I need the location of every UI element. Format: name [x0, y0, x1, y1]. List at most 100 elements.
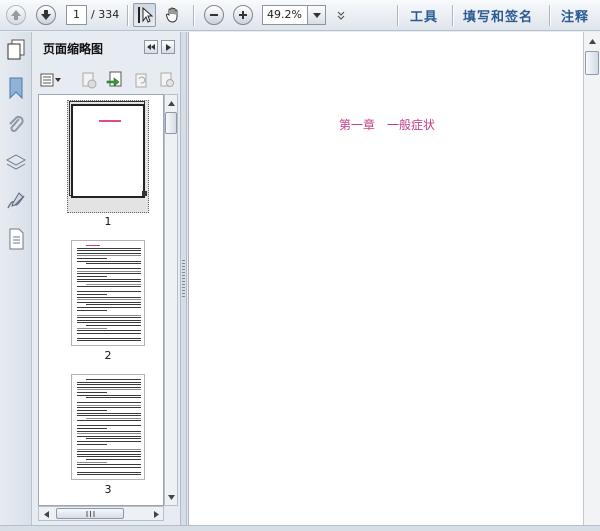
panel-splitter[interactable]: [181, 32, 187, 525]
triangle-right-icon: [153, 510, 159, 518]
previous-page-button[interactable]: [6, 5, 26, 25]
zoom-out-button[interactable]: [204, 5, 224, 25]
document-page[interactable]: 第一章 一般症状: [188, 32, 583, 525]
layers-nav-button[interactable]: [5, 151, 27, 175]
tools-button[interactable]: 工具: [410, 6, 438, 25]
thumbnail-text-line: [77, 260, 141, 262]
page-properties-button[interactable]: [156, 69, 178, 91]
page-number-input[interactable]: 1: [66, 5, 87, 25]
select-tool-button[interactable]: [133, 3, 156, 27]
signature-pen-icon: [7, 192, 25, 209]
delete-page-button[interactable]: [78, 69, 100, 91]
thumbnail-text-line: [77, 407, 141, 409]
bookmark-icon: [9, 77, 23, 99]
thumbnail-toolbar: [38, 69, 179, 93]
scroll-up-button[interactable]: [586, 34, 598, 48]
fill-and-sign-button[interactable]: 填写和签名: [463, 6, 533, 25]
scroll-right-button[interactable]: [150, 507, 162, 521]
thumbnail-text-line: [77, 420, 141, 422]
thumbnail-text-line: [77, 322, 141, 324]
double-chevron-down-icon: [337, 11, 345, 20]
rotate-page-icon: [135, 73, 147, 88]
thumbnail-text-line: [86, 459, 141, 460]
thumbnail-text-line: [77, 425, 141, 427]
thumbnail-page-2[interactable]: [71, 240, 145, 346]
toolbar-divider: [193, 5, 194, 26]
thumbnail-page-3[interactable]: [71, 374, 145, 480]
thumbnail-text-line: [77, 441, 141, 442]
navigation-pane-strip: [0, 32, 32, 525]
bookmarks-nav-button[interactable]: [5, 76, 27, 100]
arrow-up-icon: [11, 10, 21, 20]
text-select-cursor-icon: [137, 6, 153, 23]
thumbnail-text-line: [77, 404, 141, 406]
insert-page-button[interactable]: [104, 69, 126, 91]
triangle-up-icon: [167, 100, 175, 106]
signatures-nav-button[interactable]: [5, 189, 27, 213]
thumbnail-text-line: [77, 281, 141, 283]
scroll-thumb[interactable]: [56, 508, 124, 519]
document-vertical-scrollbar[interactable]: [583, 32, 600, 525]
panel-title: 页面缩略图: [43, 42, 104, 56]
toolbar-divider: [549, 5, 550, 26]
collapse-panel-button[interactable]: [144, 40, 158, 54]
thumbnail-text-line: [77, 394, 141, 396]
close-panel-button[interactable]: [161, 40, 175, 54]
thumbnail-vertical-scrollbar[interactable]: [164, 94, 178, 506]
thumbnail-text-line: [77, 410, 107, 411]
thumbnail-text-line: [77, 402, 141, 404]
thumbnail-text-line: [77, 258, 107, 259]
double-chevron-left-icon: [147, 44, 155, 50]
page-properties-icon: [160, 72, 174, 87]
content-nav-button[interactable]: [5, 227, 27, 251]
thumbnail-text-line: [77, 252, 141, 254]
thumbnail-page-1[interactable]: [67, 100, 149, 213]
thumbnail-text-line: [77, 250, 141, 252]
thumbnail-text-line: [77, 286, 141, 288]
chevron-down-icon: [312, 12, 321, 18]
hand-tool-button[interactable]: [161, 3, 184, 27]
thumbnail-text-line: [77, 340, 141, 342]
thumbnail-text-line: [77, 466, 141, 468]
thumbnail-text-line: [77, 389, 141, 391]
options-menu-button[interactable]: [38, 69, 64, 91]
thumbnail-text-line: [77, 247, 141, 249]
scroll-left-button[interactable]: [40, 507, 52, 521]
rotate-page-button[interactable]: [130, 69, 152, 91]
thumbnail-page-number: 2: [104, 349, 112, 362]
attachments-nav-button[interactable]: [5, 113, 27, 137]
more-tools-button[interactable]: [335, 8, 347, 22]
scroll-thumb[interactable]: [585, 51, 599, 75]
comment-button[interactable]: 注释: [561, 6, 589, 25]
thumbnail-text-line: [77, 278, 141, 280]
thumbnail-text-line: [77, 255, 141, 257]
thumbnail-list[interactable]: 1 2 3: [38, 94, 164, 506]
pages-icon: [7, 39, 25, 60]
triangle-up-icon: [588, 38, 596, 44]
next-page-button[interactable]: [36, 5, 56, 25]
toolbar-divider: [397, 5, 398, 26]
thumbnail-text-line: [77, 270, 141, 272]
thumbnail-text-line: [86, 379, 141, 380]
page-thumbnails-nav-button[interactable]: [5, 38, 27, 62]
arrow-down-icon: [41, 10, 51, 20]
thumbnail-image: [71, 104, 145, 198]
thumbnail-text-line: [86, 245, 100, 246]
zoom-dropdown-button[interactable]: [308, 5, 326, 25]
thumbnail-text-line: [77, 412, 141, 414]
thumbnail-text-line: [77, 464, 141, 466]
scroll-up-button[interactable]: [165, 96, 177, 110]
options-list-icon: [40, 73, 61, 87]
thumbnail-text-line: [77, 443, 107, 445]
viewport-resize-handle[interactable]: [142, 191, 147, 196]
thumbnail-text-line: [77, 317, 141, 319]
splitter-grip[interactable]: [182, 260, 185, 298]
thumbnail-text-line: [77, 268, 141, 270]
plus-icon: [239, 11, 247, 19]
scroll-thumb[interactable]: [165, 112, 177, 134]
zoom-in-button[interactable]: [233, 5, 253, 25]
scroll-down-button[interactable]: [165, 490, 177, 504]
thumbnail-horizontal-scrollbar[interactable]: [38, 506, 164, 521]
thumbnail-text-line: [86, 438, 141, 440]
zoom-level-input[interactable]: 49.2%: [262, 5, 308, 25]
